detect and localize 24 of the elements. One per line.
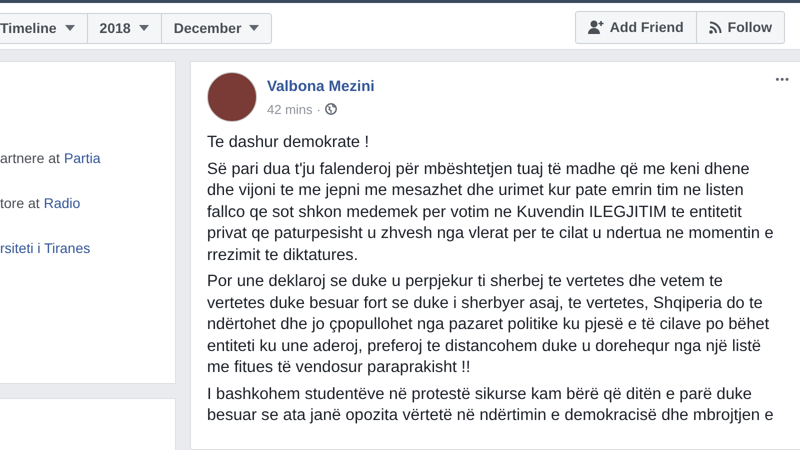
post-paragraph: I bashkohem studentëve në protestë sikurse kam bërë që ditën e parë duke besuar se ata janë opozita vërtetë në ndërtimin e demokracisë dhe mbrojtjen e [207, 384, 775, 426]
add-person-icon [588, 20, 604, 34]
caret-icon [64, 25, 75, 31]
filter-dropdown[interactable]: Timeline [0, 12, 88, 44]
caret-icon [138, 25, 149, 31]
intro-text: tore at [0, 195, 40, 211]
post-paragraph: Por une deklaroj se duke u perpjekur ti sherbej te vertetes dhe vetem te vertetes duke besuar fort se duke i sherbyer asaj, te vertetes, Shqiperia do te ndërtohet dhe jo çpopullohet nga pazaret politike ku pjesë e të cilave po bëhet entiteti ku une aderoj, preferoj te distancohem duke u dorehequr nga një listë me fitues të vendosur paraprakisht !! [207, 271, 770, 378]
intro-link[interactable]: Radio [44, 195, 80, 211]
intro-link[interactable]: Partia [64, 150, 101, 166]
caret-icon [249, 25, 260, 31]
globe-icon [324, 103, 337, 115]
separator: · [316, 102, 321, 116]
filter-dropdown[interactable]: December [162, 12, 272, 44]
filter-dropdown[interactable]: 2018 [88, 12, 162, 44]
post-paragraph: Së pari dua t'ju falenderoj për mbështetjen tuaj të madhe që me keni dhene dhe vijoni te me jepni me mesazhet dhe urimet kur pate emrin tim ne listen fallco qe sot shkon medemek per votim ne Kuvendin ILEGJITIM te entitetit privat qe paturpesisht u zhvesh nga vlerat per te cilat u ndertua ne momentin e rrezimit te diktatures. [207, 158, 775, 266]
author-name[interactable]: Valbona Mezini [267, 78, 375, 94]
more-options-button[interactable]: ••• [775, 74, 790, 86]
avatar-placeholder [207, 72, 257, 122]
intro-text: artnere at [0, 150, 60, 166]
post-paragraph: Te dashur demokrate ! [207, 132, 370, 153]
rss-icon [708, 20, 722, 34]
profile-action-button[interactable]: Follow [696, 10, 785, 44]
intro-link[interactable]: rsiteti i Tiranes [0, 240, 90, 256]
profile-action-button[interactable]: Add Friend [574, 10, 697, 44]
